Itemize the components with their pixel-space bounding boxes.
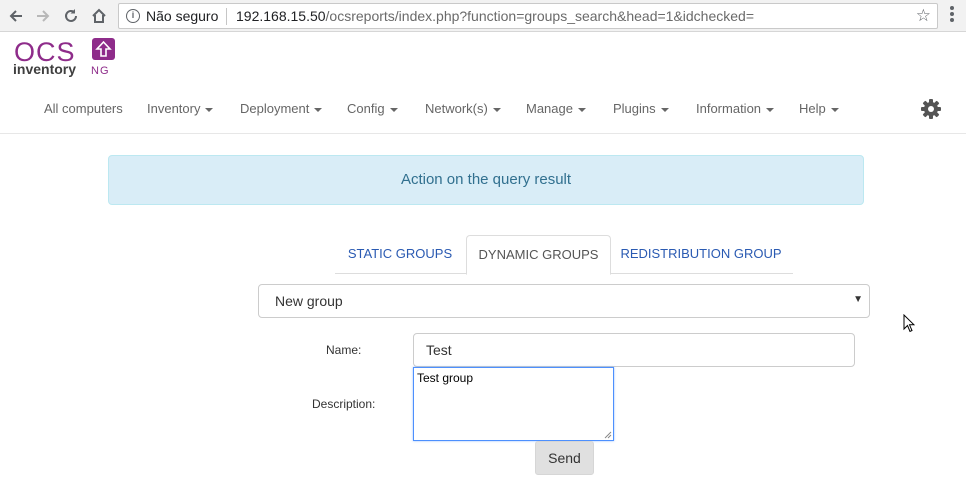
caret-down-icon: [577, 107, 586, 112]
resize-grip-icon[interactable]: [604, 431, 612, 439]
group-select-value: New group: [275, 293, 343, 309]
nav-label: Help: [799, 101, 826, 116]
nav-label: Deployment: [240, 101, 310, 116]
nav-plugins[interactable]: Plugins: [613, 101, 669, 116]
security-label[interactable]: Não seguro: [146, 8, 218, 24]
tab-static-groups[interactable]: STATIC GROUPS: [335, 235, 465, 274]
nav-label: Inventory: [147, 101, 201, 116]
chevron-down-icon: ▼: [853, 294, 863, 305]
nav-help[interactable]: Help: [799, 101, 839, 116]
nav-all-computers[interactable]: All computers: [44, 101, 123, 116]
caret-down-icon: [660, 107, 669, 112]
address-bar[interactable]: i Não seguro 192.168.15.50/ocsreports/in…: [118, 3, 938, 29]
mouse-cursor-icon: [903, 314, 915, 333]
url-host: 192.168.15.50: [236, 8, 326, 24]
nav-label: Information: [696, 101, 762, 116]
ocs-inventory-logo[interactable]: OCS inventory NG: [13, 37, 119, 79]
group-tabs: STATIC GROUPS DYNAMIC GROUPS REDISTRIBUT…: [335, 235, 793, 275]
arrow-left-icon[interactable]: [4, 4, 28, 28]
url-path: /ocsreports/index.php?function=groups_se…: [325, 8, 754, 24]
nav-deployment[interactable]: Deployment: [240, 101, 323, 116]
nav-config[interactable]: Config: [347, 101, 398, 116]
nav-label: Manage: [526, 101, 573, 116]
main-navigation: All computers Inventory Deployment Confi…: [0, 88, 966, 134]
home-icon[interactable]: [87, 4, 111, 28]
nav-inventory[interactable]: Inventory: [147, 101, 214, 116]
send-button[interactable]: Send: [535, 441, 594, 475]
arrow-right-icon[interactable]: [31, 4, 55, 28]
tab-redistribution-group[interactable]: REDISTRIBUTION GROUP: [612, 235, 790, 274]
gear-icon[interactable]: [920, 98, 942, 120]
reload-icon[interactable]: [59, 4, 83, 28]
nav-information[interactable]: Information: [696, 101, 775, 116]
caret-down-icon: [314, 107, 323, 112]
name-label: Name:: [326, 343, 362, 357]
description-field[interactable]: Test group: [413, 367, 614, 441]
group-select[interactable]: New group ▼: [258, 284, 870, 318]
address-separator: [226, 8, 227, 25]
description-label: Description:: [312, 397, 376, 411]
svg-text:NG: NG: [91, 65, 110, 77]
caret-down-icon: [766, 107, 775, 112]
info-icon[interactable]: i: [126, 9, 140, 23]
nav-networks[interactable]: Network(s): [425, 101, 501, 116]
url-text[interactable]: 192.168.15.50/ocsreports/index.php?funct…: [236, 8, 754, 24]
nav-label: Config: [347, 101, 385, 116]
tab-dynamic-groups[interactable]: DYNAMIC GROUPS: [466, 235, 611, 275]
name-field[interactable]: Test: [413, 333, 855, 367]
caret-down-icon: [389, 107, 398, 112]
caret-down-icon: [830, 107, 839, 112]
kebab-menu-icon[interactable]: [950, 6, 954, 24]
query-result-alert: Action on the query result: [108, 155, 864, 205]
caret-down-icon: [492, 107, 501, 112]
star-icon[interactable]: ☆: [916, 6, 931, 26]
nav-label: All computers: [44, 101, 123, 116]
svg-text:inventory: inventory: [13, 61, 76, 77]
nav-label: Network(s): [425, 101, 488, 116]
browser-toolbar: i Não seguro 192.168.15.50/ocsreports/in…: [0, 0, 966, 32]
nav-label: Plugins: [613, 101, 656, 116]
description-text: Test group: [417, 371, 474, 385]
caret-down-icon: [205, 107, 214, 112]
nav-manage[interactable]: Manage: [526, 101, 586, 116]
